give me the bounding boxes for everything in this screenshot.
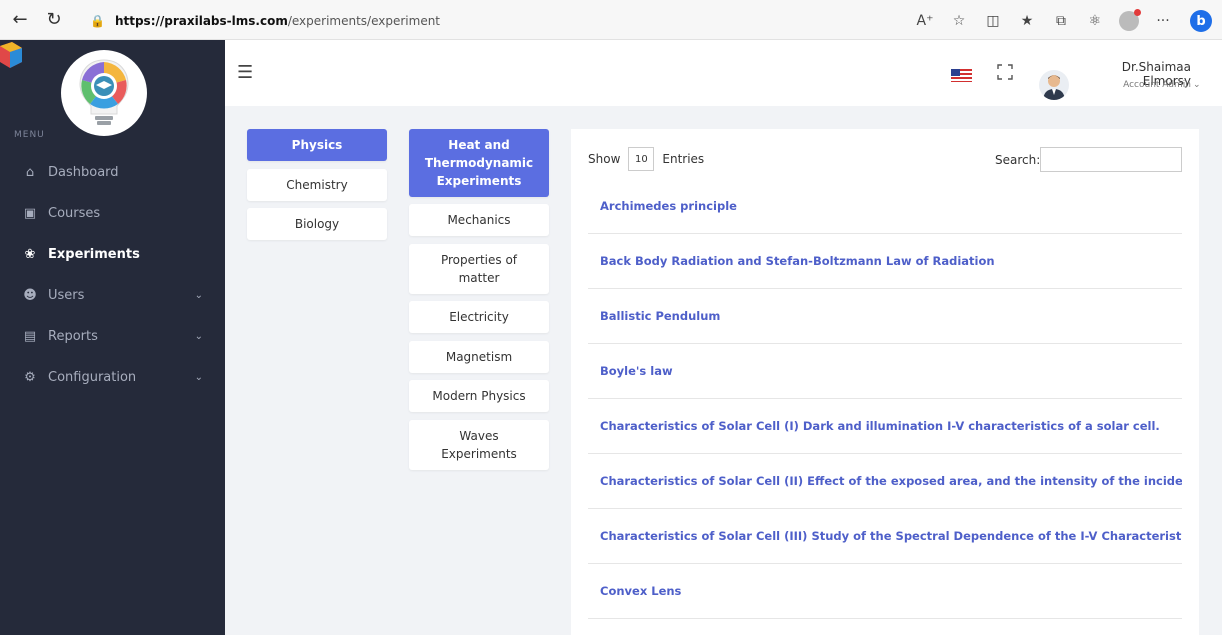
- table-row[interactable]: Characteristics of Solar Cell (III) Stud…: [588, 509, 1182, 564]
- refresh-icon[interactable]: ↻: [40, 6, 68, 34]
- brand-logo: [61, 50, 147, 136]
- avatar[interactable]: [1039, 70, 1069, 100]
- fullscreen-icon[interactable]: [997, 64, 1013, 80]
- entries-label: Entries: [662, 152, 705, 166]
- subcategory-electricity[interactable]: Electricity: [409, 301, 549, 333]
- table-row[interactable]: Characteristics of Solar Cell (I) Dark a…: [588, 399, 1182, 454]
- top-header: ☰ Dr.Shaimaa Elmorsy Account Admin ⌄: [225, 40, 1222, 106]
- sidebar-item-label: Configuration: [48, 369, 137, 385]
- category-physics[interactable]: Physics: [247, 129, 387, 161]
- sidebar-item-configuration[interactable]: ⚙ Configuration ⌄: [0, 362, 225, 392]
- favorites-icon[interactable]: ★: [1010, 13, 1044, 29]
- sidebar-item-label: Courses: [48, 205, 101, 221]
- url-host: https://praxilabs-lms.com: [114, 14, 288, 28]
- atom-icon: ❀: [24, 246, 36, 262]
- table-row[interactable]: Characteristics of Solar Cell (II) Effec…: [588, 454, 1182, 509]
- book-icon: ▣: [23, 205, 37, 221]
- users-icon: ☻: [23, 287, 37, 303]
- star-icon[interactable]: ☆: [942, 13, 976, 29]
- app-logo-icon: [0, 42, 22, 68]
- subcategory-modern-physics[interactable]: Modern Physics: [409, 380, 549, 412]
- chevron-down-icon: ⌄: [194, 289, 203, 301]
- menu-section-label: MENU: [14, 130, 45, 140]
- us-flag-icon[interactable]: [951, 69, 972, 82]
- hamburger-menu-icon[interactable]: ☰: [237, 62, 253, 83]
- table-row[interactable]: Convex Lens: [588, 564, 1182, 619]
- sidebar-item-experiments[interactable]: ❀ Experiments: [0, 239, 225, 269]
- user-role: Account Admin: [1123, 80, 1191, 90]
- subcategory-mechanics[interactable]: Mechanics: [409, 204, 549, 236]
- back-arrow-icon[interactable]: ←: [6, 6, 34, 34]
- url-path: /experiments/experiment: [287, 14, 441, 28]
- subcategory-waves-experiments[interactable]: Waves Experiments: [409, 420, 549, 470]
- entries-select[interactable]: 10: [628, 147, 655, 171]
- search-input[interactable]: [1040, 147, 1182, 172]
- table-row[interactable]: Archimedes principle: [588, 179, 1182, 234]
- browser-toolbar: ← ↻ 🔒 https://praxilabs-lms.com/experime…: [0, 0, 1222, 40]
- subcategory-properties-of-matter[interactable]: Properties of matter: [409, 244, 549, 294]
- table-row[interactable]: Boyle's law: [588, 344, 1182, 399]
- sidebar-item-label: Dashboard: [48, 164, 119, 180]
- search-label: Search:: [995, 153, 1041, 167]
- sidebar: MENU ⌂ Dashboard ▣ Courses ❀ Experiments…: [0, 40, 225, 635]
- read-aloud-icon[interactable]: A⁺: [908, 13, 942, 29]
- sidebar-item-reports[interactable]: ▤ Reports ⌄: [0, 321, 225, 351]
- bing-icon[interactable]: b: [1190, 10, 1212, 32]
- experiments-panel: Show 10 Entries Search: Archimedes princ…: [571, 129, 1199, 635]
- sidebar-item-label: Reports: [48, 328, 98, 344]
- sidebar-item-courses[interactable]: ▣ Courses: [0, 198, 225, 228]
- report-icon: ▤: [23, 328, 37, 344]
- user-avatar-icon: [1043, 75, 1065, 100]
- sidebar-item-dashboard[interactable]: ⌂ Dashboard: [0, 157, 225, 187]
- sidebar-item-label: Experiments: [48, 246, 140, 262]
- table-row[interactable]: Back Body Radiation and Stefan-Boltzmann…: [588, 234, 1182, 289]
- extensions-icon[interactable]: ⚛: [1078, 13, 1112, 29]
- chevron-down-icon: ⌄: [194, 371, 203, 383]
- lock-icon: 🔒: [90, 14, 105, 28]
- split-screen-icon[interactable]: ◫: [976, 13, 1010, 29]
- show-label: Show: [588, 152, 621, 166]
- sidebar-item-users[interactable]: ☻ Users ⌄: [0, 280, 225, 310]
- lightbulb-logo-icon: [79, 59, 129, 125]
- entries-control: Show 10 Entries: [588, 147, 704, 171]
- address-bar[interactable]: 🔒 https://praxilabs-lms.com/experiments/…: [90, 8, 850, 34]
- browser-actions: A⁺ ☆ ◫ ★ ⧉ ⚛ ··· b: [908, 8, 1212, 34]
- chevron-down-icon: ⌄: [194, 330, 203, 342]
- subcategory-heat-thermodynamic[interactable]: Heat and Thermodynamic Experiments: [409, 129, 549, 197]
- home-icon: ⌂: [25, 164, 35, 180]
- category-chemistry[interactable]: Chemistry: [247, 169, 387, 201]
- profile-avatar-icon[interactable]: [1119, 9, 1141, 31]
- collections-icon[interactable]: ⧉: [1044, 13, 1078, 29]
- subcategory-magnetism[interactable]: Magnetism: [409, 341, 549, 373]
- table-row[interactable]: Ballistic Pendulum: [588, 289, 1182, 344]
- category-biology[interactable]: Biology: [247, 208, 387, 240]
- chevron-down-icon[interactable]: ⌄: [1193, 80, 1201, 90]
- more-menu-icon[interactable]: ···: [1146, 13, 1180, 29]
- gear-icon: ⚙: [24, 369, 36, 385]
- sidebar-item-label: Users: [48, 287, 85, 303]
